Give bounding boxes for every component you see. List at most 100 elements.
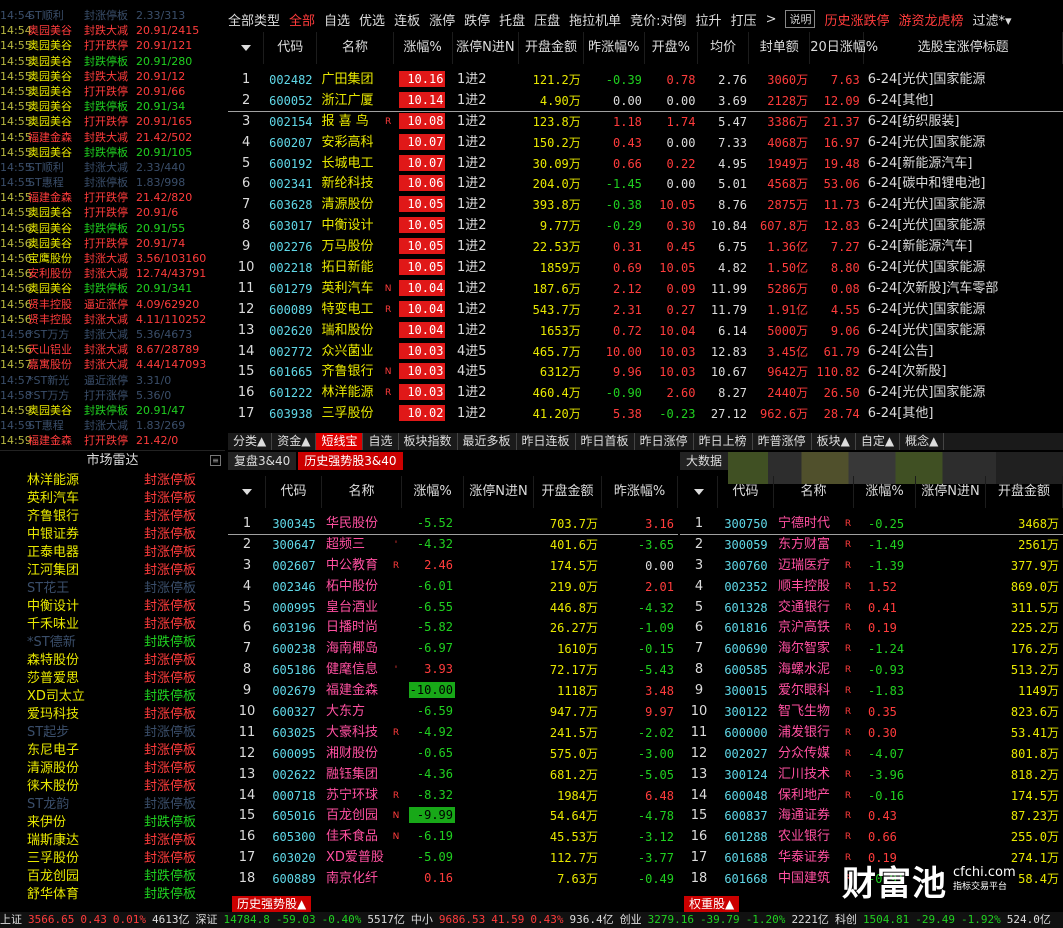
- tab-4[interactable]: 板块指数: [399, 433, 458, 450]
- column-header[interactable]: 涨停N进N: [453, 32, 520, 64]
- tab-2[interactable]: 短线宝: [316, 433, 364, 450]
- table-row[interactable]: 7 600690 海尔智家 R -1.24 176.2万: [680, 639, 1063, 660]
- column-header[interactable]: 代码: [718, 476, 774, 508]
- column-header[interactable]: 涨停N进N: [464, 476, 534, 508]
- radar-item[interactable]: 江河集团 封涨停板: [0, 562, 225, 580]
- tab-8[interactable]: 昨日涨停: [635, 433, 694, 450]
- table-row[interactable]: 3 002154 报 喜 鸟 R 10.08 1进2 123.8万 1.18 1.74 5.47 3…: [228, 112, 1063, 133]
- column-header[interactable]: 名称: [322, 476, 402, 508]
- table-row[interactable]: 8 605186 健麾信息 ' 3.93 72.17万 -5.43: [228, 660, 678, 681]
- radar-item[interactable]: 清源股份 封涨停板: [0, 760, 225, 778]
- table-row[interactable]: 13 002620 瑞和股份 10.04 1进2 1653万 0.72 10.04 6.14 50…: [228, 321, 1063, 342]
- table-row[interactable]: 2 600052 浙江广厦 10.14 1进2 4.90万 0.00 0.00 3.69 2128…: [228, 91, 1063, 112]
- table-row[interactable]: 7 600238 海南椰岛 -6.97 1610万 -0.15: [228, 639, 678, 660]
- tab-5[interactable]: 最近多板: [458, 433, 517, 450]
- table-row[interactable]: 17 603938 三孚股份 10.02 1进2 41.20万 5.38 -0.23 27.12…: [228, 404, 1063, 425]
- table-row[interactable]: 14 600048 保利地产 R -0.16 174.5万: [680, 786, 1063, 807]
- table-row[interactable]: 9 300015 爱尔眼科 R -1.83 1149万: [680, 681, 1063, 702]
- filter-right-0[interactable]: 历史涨跌停: [824, 10, 889, 29]
- table-row[interactable]: 4 600207 安彩高科 10.07 1进2 150.2万 0.43 0.00 7.33 406…: [228, 133, 1063, 154]
- radar-item[interactable]: 林洋能源 封涨停板: [0, 472, 225, 490]
- table-row[interactable]: 1 300750 宁德时代 R -0.25 3468万: [680, 514, 1063, 535]
- table-row[interactable]: 11 603025 大豪科技 R -4.92 241.5万 -2.02: [228, 723, 678, 744]
- tab-0[interactable]: 分类▲: [228, 433, 273, 450]
- table-row[interactable]: 10 300122 智飞生物 R 0.35 823.6万: [680, 702, 1063, 723]
- column-header[interactable]: 开盘金额: [986, 476, 1063, 508]
- panel-menu-icon[interactable]: ≡: [210, 455, 221, 466]
- radar-item[interactable]: 来伊份 封跌停板: [0, 814, 225, 832]
- column-header[interactable]: 涨幅%: [394, 32, 453, 64]
- table-row[interactable]: 2 300059 东方财富 R -1.49 2561万: [680, 535, 1063, 556]
- table-row[interactable]: 12 600095 湘财股份 -0.65 575.0万 -3.00: [228, 744, 678, 765]
- table-row[interactable]: 15 601665 齐鲁银行 N 10.03 4进5 6312万 9.96 10.03 10.67…: [228, 362, 1063, 383]
- table-row[interactable]: 13 300124 汇川技术 R -3.96 818.2万: [680, 765, 1063, 786]
- table-row[interactable]: 13 002622 融钰集团 -4.36 681.2万 -5.05: [228, 765, 678, 786]
- table-row[interactable]: 11 600000 浦发银行 R 0.30 53.41万: [680, 723, 1063, 744]
- table-row[interactable]: 18 600889 南京化纤 0.16 7.63万 -0.49: [228, 869, 678, 890]
- radar-item[interactable]: 千禾味业 封涨停板: [0, 616, 225, 634]
- table-row[interactable]: 16 601288 农业银行 R 0.66 255.0万: [680, 827, 1063, 848]
- table-row[interactable]: 14 002772 众兴菌业 10.03 4进5 465.7万 10.00 10.03 12.8…: [228, 342, 1063, 363]
- radar-item[interactable]: ST起步 封涨停板: [0, 724, 225, 742]
- table-row[interactable]: 4 002346 柘中股份 -6.01 219.0万 2.01: [228, 577, 678, 598]
- filter-8[interactable]: 压盘: [534, 10, 560, 29]
- table-row[interactable]: 8 600585 海螺水泥 R -0.93 513.2万: [680, 660, 1063, 681]
- table-row[interactable]: 5 000995 皇台酒业 -6.55 446.8万 -4.32: [228, 598, 678, 619]
- table-row[interactable]: 6 002341 新纶科技 10.06 1进2 204.0万 -1.45 0.00 5.01 45…: [228, 174, 1063, 195]
- weight-stock-tab[interactable]: 权重股▲: [684, 896, 740, 912]
- column-header[interactable]: 代码: [264, 32, 318, 64]
- radar-item[interactable]: 莎普爱思 封涨停板: [0, 670, 225, 688]
- table-row[interactable]: 10 002218 拓日新能 10.05 1进2 1859万 0.69 10.05 4.82 1.…: [228, 258, 1063, 279]
- tab-9[interactable]: 昨日上榜: [694, 433, 753, 450]
- column-header[interactable]: 涨幅%: [402, 476, 464, 508]
- radar-item[interactable]: 中衡设计 封涨停板: [0, 598, 225, 616]
- column-header[interactable]: 名称: [317, 32, 394, 64]
- sort-toggle[interactable]: [228, 476, 266, 508]
- table-row[interactable]: 1 300345 华民股份 -5.52 703.7万 3.16: [228, 514, 678, 535]
- sort-toggle[interactable]: [680, 476, 718, 508]
- table-row[interactable]: 12 002027 分众传媒 R -4.07 801.8万: [680, 744, 1063, 765]
- tab-12[interactable]: 自定▲: [856, 433, 901, 450]
- big-data-tab[interactable]: 大数据: [680, 452, 729, 470]
- radar-item[interactable]: 徕木股份 封涨停板: [0, 778, 225, 796]
- table-row[interactable]: 9 002276 万马股份 10.05 1进2 22.53万 0.31 0.45 6.75 1.3…: [228, 237, 1063, 258]
- table-row[interactable]: 10 600327 大东方 -6.59 947.7万 9.97: [228, 702, 678, 723]
- filter-6[interactable]: 跌停: [464, 10, 490, 29]
- filter-10[interactable]: 竞价:对倒: [630, 10, 686, 29]
- sort-toggle[interactable]: [228, 32, 265, 64]
- column-header[interactable]: 20日涨幅%: [810, 32, 878, 64]
- table-row[interactable]: 5 601328 交通银行 R 0.41 311.5万: [680, 598, 1063, 619]
- history-strong-tab[interactable]: 历史强势股▲: [232, 896, 312, 912]
- table-row[interactable]: 14 000718 苏宁环球 R -8.32 1984万 6.48: [228, 786, 678, 807]
- table-row[interactable]: 9 002679 福建金森 -10.00 1118万 3.48: [228, 681, 678, 702]
- table-row[interactable]: 5 600192 长城电工 10.07 1进2 30.09万 0.66 0.22 4.95 194…: [228, 154, 1063, 175]
- filter-more[interactable]: >: [766, 12, 777, 27]
- tab-1[interactable]: 资金▲: [272, 433, 317, 450]
- column-header[interactable]: 涨幅%: [854, 476, 916, 508]
- table-row[interactable]: 3 002607 中公教育 R 2.46 174.5万 0.00: [228, 556, 678, 577]
- radar-item[interactable]: XD司太立 封跌停板: [0, 688, 225, 706]
- table-row[interactable]: 17 603020 XD爱普股 -5.09 112.7万 -3.77: [228, 848, 678, 869]
- radar-item[interactable]: 齐鲁银行 封涨停板: [0, 508, 225, 526]
- filter-4[interactable]: 连板: [394, 10, 420, 29]
- radar-item[interactable]: ST花王 封涨停板: [0, 580, 225, 598]
- radar-item[interactable]: 森特股份 封涨停板: [0, 652, 225, 670]
- table-row[interactable]: 11 601279 英利汽车 N 10.04 1进2 187.6万 2.12 0.09 11.99…: [228, 279, 1063, 300]
- radar-item[interactable]: 百龙创园 封跌停板: [0, 868, 225, 886]
- explain-button[interactable]: 说明: [785, 10, 816, 28]
- filter-5[interactable]: 涨停: [429, 10, 455, 29]
- table-row[interactable]: 4 002352 顺丰控股 R 1.52 869.0万: [680, 577, 1063, 598]
- radar-item[interactable]: 正泰电器 封涨停板: [0, 544, 225, 562]
- column-header[interactable]: 开盘%: [645, 32, 698, 64]
- table-row[interactable]: 2 300647 超频三 ' -4.32 401.6万 -3.65: [228, 535, 678, 556]
- table-row[interactable]: 3 300760 迈瑞医疗 R -1.39 377.9万: [680, 556, 1063, 577]
- table-row[interactable]: 6 603196 日播时尚 -5.82 26.27万 -1.09: [228, 618, 678, 639]
- column-header[interactable]: 均价: [698, 32, 750, 64]
- radar-item[interactable]: *ST德新 封跌停板: [0, 634, 225, 652]
- column-header[interactable]: 代码: [266, 476, 322, 508]
- table-row[interactable]: 16 601222 林洋能源 R 10.03 1进2 460.4万 -0.90 2.60 8.27…: [228, 383, 1063, 404]
- tab-10[interactable]: 昨普涨停: [753, 433, 812, 450]
- filter-right-2[interactable]: 过滤*▾: [973, 10, 1012, 29]
- column-header[interactable]: 选股宝涨停标题: [864, 32, 1063, 64]
- tab-13[interactable]: 概念▲: [900, 433, 945, 450]
